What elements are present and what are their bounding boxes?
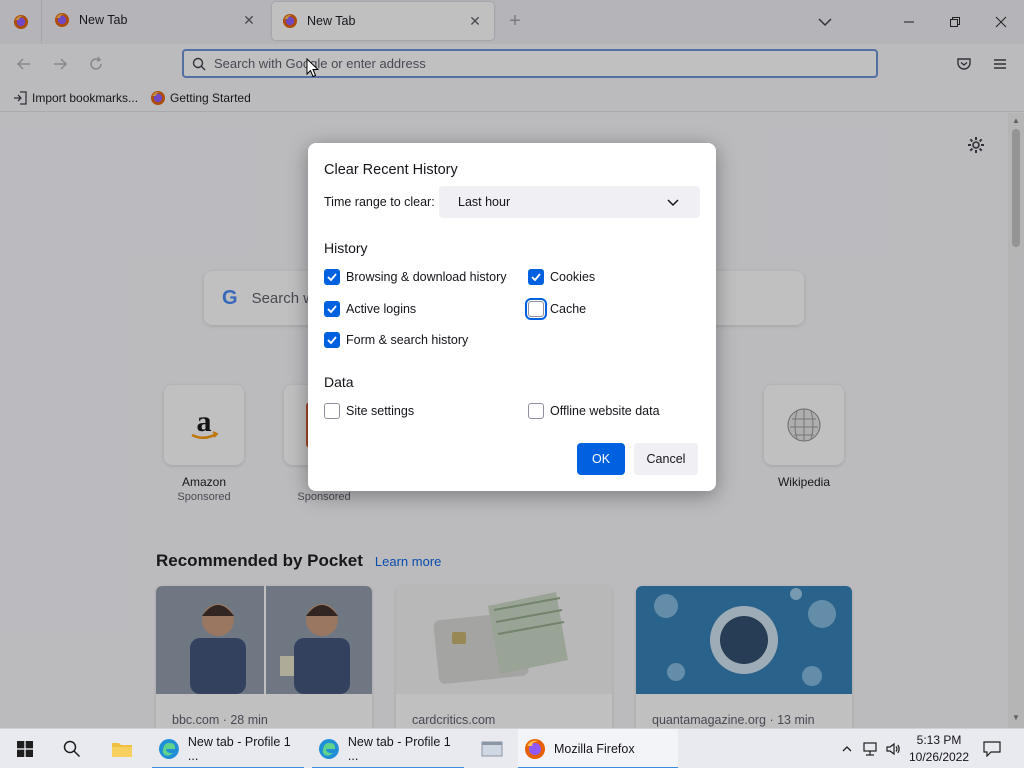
time-range-label: Time range to clear:	[324, 195, 435, 209]
search-icon	[63, 740, 81, 758]
checkbox-cache[interactable]: Cache	[525, 298, 587, 320]
edge-icon	[318, 739, 339, 759]
chevron-down-icon	[667, 199, 679, 207]
folder-icon	[112, 743, 132, 757]
clock-time: 5:13 PM	[916, 733, 962, 747]
chevron-up-icon	[842, 746, 852, 752]
file-explorer-button[interactable]	[100, 729, 144, 768]
taskbar-app-edge-2[interactable]: New tab - Profile 1 ...	[312, 729, 464, 768]
checkbox-checked-icon[interactable]	[528, 269, 544, 285]
show-hidden-icons-button[interactable]	[836, 729, 858, 768]
time-range-value: Last hour	[458, 195, 511, 209]
clear-recent-history-dialog: Clear Recent History Time range to clear…	[308, 143, 716, 491]
window-app-icon	[481, 741, 503, 757]
checkbox-browsing-download-history[interactable]: Browsing & download history	[324, 269, 507, 285]
checkbox-unchecked-icon[interactable]	[525, 298, 547, 320]
taskbar-app-firefox[interactable]: Mozilla Firefox	[518, 729, 678, 768]
volume-button[interactable]	[882, 729, 904, 768]
ok-button[interactable]: OK	[577, 443, 625, 475]
taskbar-clock[interactable]: 5:13 PM 10/26/2022	[904, 732, 974, 766]
checkbox-form-search-history[interactable]: Form & search history	[324, 332, 468, 348]
taskbar-app-label: New tab - Profile 1 ...	[347, 735, 451, 763]
time-range-select[interactable]: Last hour	[439, 186, 700, 218]
checkbox-checked-icon[interactable]	[324, 301, 340, 317]
notification-icon	[983, 741, 1001, 757]
firefox-icon	[525, 739, 545, 759]
checkbox-label: Active logins	[346, 302, 417, 316]
checkbox-label: Offline website data	[550, 404, 660, 418]
checkbox-cookies[interactable]: Cookies	[528, 269, 595, 285]
windows-taskbar: New tab - Profile 1 ... New tab - Profil…	[0, 728, 1024, 768]
network-button[interactable]	[860, 729, 882, 768]
clock-date: 10/26/2022	[908, 750, 970, 764]
taskbar-app-label: New tab - Profile 1 ...	[187, 735, 291, 763]
checkbox-unchecked-icon[interactable]	[324, 403, 340, 419]
checkbox-label: Site settings	[346, 404, 415, 418]
network-icon	[863, 742, 877, 756]
checkbox-label: Cache	[550, 302, 587, 316]
taskbar-app-label: Mozilla Firefox	[554, 742, 635, 756]
checkbox-active-logins[interactable]: Active logins	[324, 301, 416, 317]
history-heading: History	[324, 240, 368, 256]
taskbar-search-button[interactable]	[52, 729, 92, 768]
mouse-pointer-icon	[306, 58, 320, 78]
windows-logo-icon	[17, 741, 33, 757]
notifications-button[interactable]	[978, 729, 1006, 768]
edge-icon	[158, 739, 179, 759]
checkbox-unchecked-icon[interactable]	[528, 403, 544, 419]
cancel-button[interactable]: Cancel	[634, 443, 698, 475]
taskbar-app-edge-1[interactable]: New tab - Profile 1 ...	[152, 729, 304, 768]
dialog-title: Clear Recent History	[324, 162, 458, 178]
checkbox-checked-icon[interactable]	[324, 269, 340, 285]
checkbox-label: Cookies	[550, 270, 596, 284]
checkbox-label: Browsing & download history	[346, 270, 507, 284]
speaker-icon	[886, 742, 900, 756]
checkbox-checked-icon[interactable]	[324, 332, 340, 348]
start-button[interactable]	[4, 729, 46, 768]
checkbox-label: Form & search history	[346, 333, 469, 347]
data-heading: Data	[324, 374, 354, 390]
checkbox-offline-website-data[interactable]: Offline website data	[528, 403, 660, 419]
taskbar-app-window[interactable]	[472, 729, 512, 768]
checkbox-site-settings[interactable]: Site settings	[324, 403, 414, 419]
